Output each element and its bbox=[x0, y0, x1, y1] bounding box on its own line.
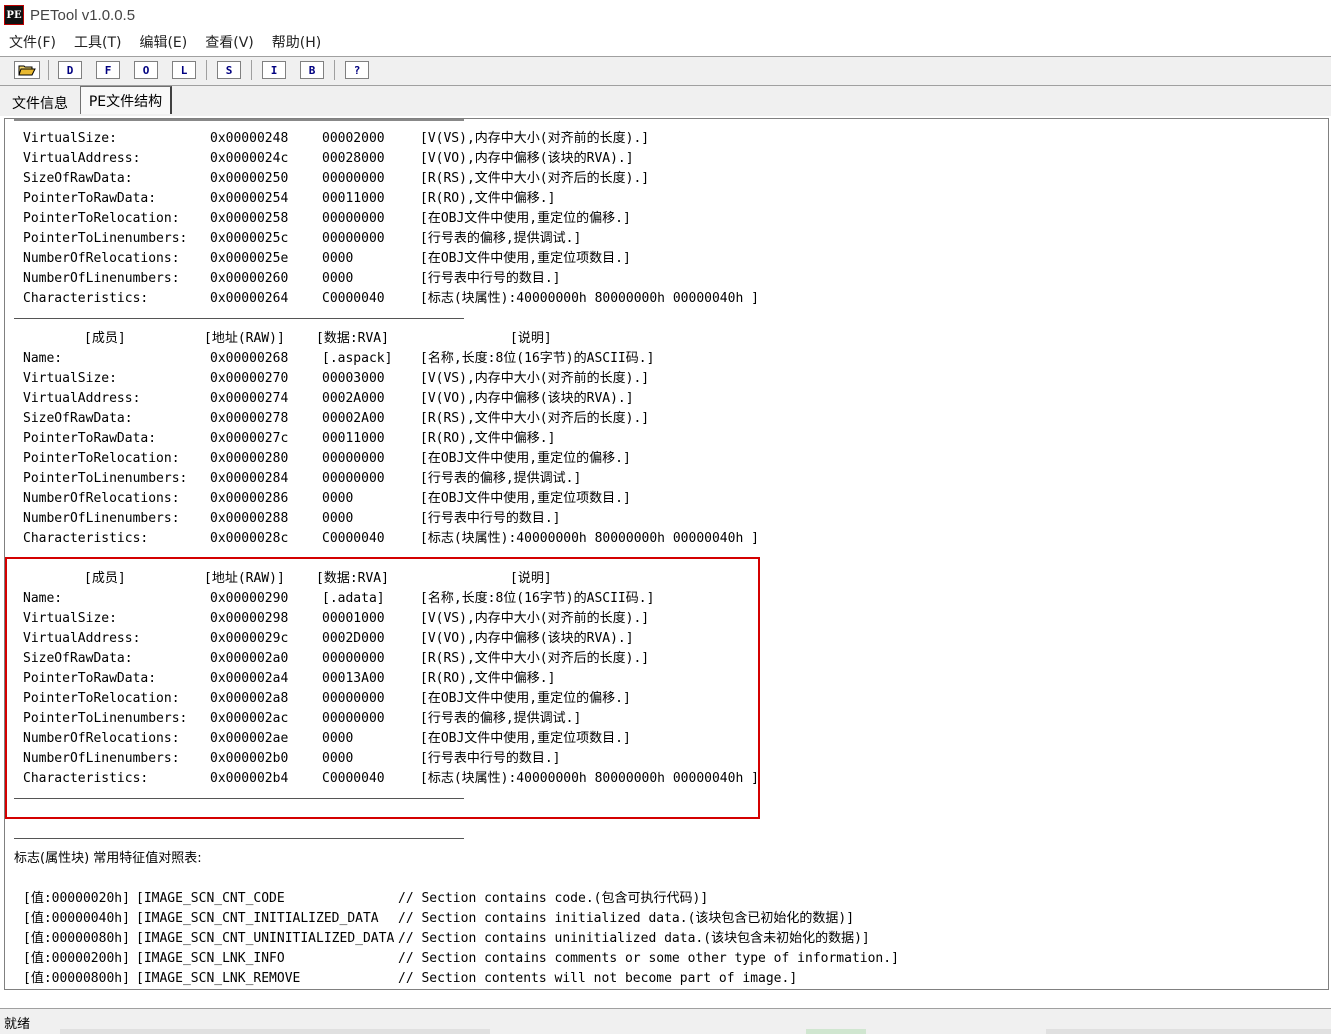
status-text: 就绪 bbox=[4, 1017, 31, 1032]
toolbar-button-l[interactable]: L bbox=[172, 61, 196, 79]
toolbar-button-b[interactable]: B bbox=[300, 61, 324, 79]
status-bar: 就绪 bbox=[0, 1008, 1331, 1034]
title-bar: PE PETool v1.0.0.5 bbox=[0, 0, 1331, 30]
toolbar-button-d[interactable]: D bbox=[58, 61, 82, 79]
menu-bar: 文件(F) 工具(T) 编辑(E) 查看(V) 帮助(H) bbox=[0, 30, 1331, 54]
help-button[interactable]: ? bbox=[345, 61, 369, 79]
section-divider bbox=[14, 318, 464, 319]
window-title: PETool v1.0.0.5 bbox=[30, 6, 136, 24]
menu-tools[interactable]: 工具(T) bbox=[74, 32, 121, 52]
menu-view[interactable]: 查看(V) bbox=[205, 32, 254, 52]
toolbar-button-s[interactable]: S bbox=[217, 61, 241, 79]
tab-file-info[interactable]: 文件信息 bbox=[6, 91, 74, 115]
section-divider bbox=[14, 838, 464, 839]
folder-open-icon[interactable] bbox=[14, 61, 40, 79]
tab-pe-structure[interactable]: PE文件结构 bbox=[80, 86, 172, 114]
app-logo-icon: PE bbox=[4, 5, 24, 25]
menu-edit[interactable]: 编辑(E) bbox=[139, 32, 187, 52]
toolbar-button-o[interactable]: O bbox=[134, 61, 158, 79]
menu-help[interactable]: 帮助(H) bbox=[272, 32, 321, 52]
flags-title: 标志(属性块) 常用特征值对照表: bbox=[14, 851, 202, 866]
toolbar: D F O L S I B ? bbox=[0, 56, 1331, 86]
toolbar-button-f[interactable]: F bbox=[96, 61, 120, 79]
tab-bar: 文件信息 PE文件结构 bbox=[0, 86, 1331, 116]
menu-file[interactable]: 文件(F) bbox=[9, 32, 56, 52]
highlight-box bbox=[5, 557, 760, 819]
pe-structure-view[interactable]: VirtualSize: 0x00000248 00002000 [V(VS),内存中… bbox=[4, 118, 1329, 990]
toolbar-button-i[interactable]: I bbox=[262, 61, 286, 79]
